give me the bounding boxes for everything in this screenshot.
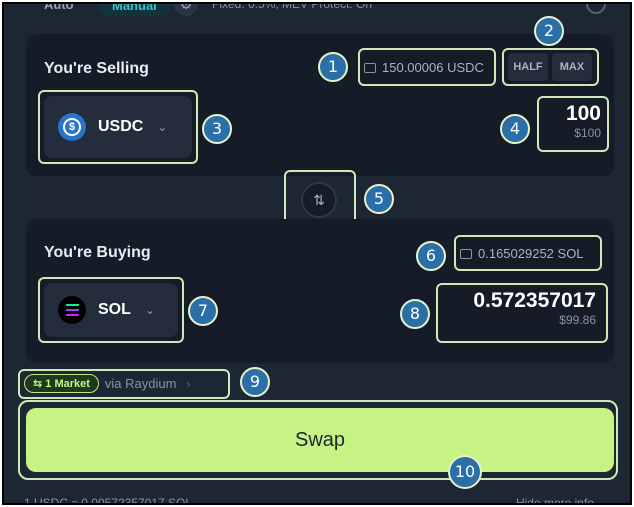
sell-amount-usd: $100 xyxy=(574,126,601,140)
buy-token-symbol: SOL xyxy=(98,301,131,318)
callout-badge-4: 4 xyxy=(500,114,530,144)
callout-badge-1: 1 xyxy=(318,52,348,82)
max-button[interactable]: MAX xyxy=(552,53,592,81)
callout-badge-3: 3 xyxy=(202,114,232,144)
usdc-icon xyxy=(58,113,86,141)
market-count-label: 1 Market xyxy=(45,378,90,390)
buy-balance: 0.165029252 SOL xyxy=(460,246,584,261)
sell-balance[interactable]: 150.00006 USDC xyxy=(364,60,484,75)
settings-bar: Auto Manual ⚙ Fixed: 0.5%, MEV Protect: … xyxy=(4,4,630,18)
callout-badge-8: 8 xyxy=(400,299,430,329)
auto-mode-tab[interactable]: Auto xyxy=(44,4,74,12)
swap-direction-button[interactable]: ⇅ xyxy=(301,182,337,218)
callout-badge-5: 5 xyxy=(364,184,394,214)
route-info[interactable]: ⇆ 1 Market via Raydium › xyxy=(24,374,190,393)
sell-token-selector[interactable]: USDC ⌄ xyxy=(44,96,192,158)
market-count-badge: ⇆ 1 Market xyxy=(24,374,99,393)
buy-balance-value: 0.165029252 SOL xyxy=(478,246,584,261)
buy-token-selector[interactable]: SOL ⌄ xyxy=(44,283,178,337)
sell-amount-value: 100 xyxy=(565,102,601,125)
sol-icon xyxy=(58,296,86,324)
buy-amount-usd: $99.86 xyxy=(559,313,596,327)
sell-balance-value: 150.00006 USDC xyxy=(382,60,484,75)
wallet-icon xyxy=(460,248,472,259)
gear-icon[interactable]: ⚙ xyxy=(174,4,198,16)
swap-widget: Auto Manual ⚙ Fixed: 0.5%, MEV Protect: … xyxy=(2,2,632,505)
chevron-right-icon: › xyxy=(186,376,191,391)
chevron-down-icon: ⌄ xyxy=(144,303,155,317)
fee-settings-text: Fixed: 0.5%, MEV Protect: On xyxy=(212,2,373,11)
callout-badge-9: 9 xyxy=(240,367,270,397)
wallet-icon xyxy=(364,62,376,73)
callout-badge-10: 10 xyxy=(448,455,482,489)
hide-more-info-link[interactable]: Hide more info xyxy=(516,496,594,503)
route-provider: via Raydium xyxy=(104,376,177,391)
exchange-rate: 1 USDC ≈ 0.00572357017 SOL xyxy=(24,496,193,505)
manual-mode-tab[interactable]: Manual xyxy=(98,4,171,16)
half-button[interactable]: HALF xyxy=(508,53,548,81)
buying-panel: You're Buying 0.165029252 SOL SOL ⌄ 0.57… xyxy=(26,219,614,363)
buy-amount-value: 0.572357017 xyxy=(473,289,596,312)
callout-badge-2: 2 xyxy=(534,16,564,46)
sell-token-symbol: USDC xyxy=(98,118,144,135)
arrows-up-down-icon: ⇅ xyxy=(313,192,325,208)
chevron-down-icon: ⌄ xyxy=(157,120,168,134)
swap-button[interactable]: Swap xyxy=(26,408,614,472)
buying-label: You're Buying xyxy=(44,244,151,261)
refresh-icon[interactable] xyxy=(586,4,606,14)
buy-amount-field: 0.572357017 $99.86 xyxy=(440,289,596,327)
selling-panel: You're Selling 150.00006 USDC HALF MAX U… xyxy=(26,34,614,176)
selling-label: You're Selling xyxy=(44,60,149,77)
callout-badge-6: 6 xyxy=(416,241,446,271)
callout-badge-7: 7 xyxy=(188,296,218,326)
sell-amount-field[interactable]: 100 $100 xyxy=(541,102,601,140)
